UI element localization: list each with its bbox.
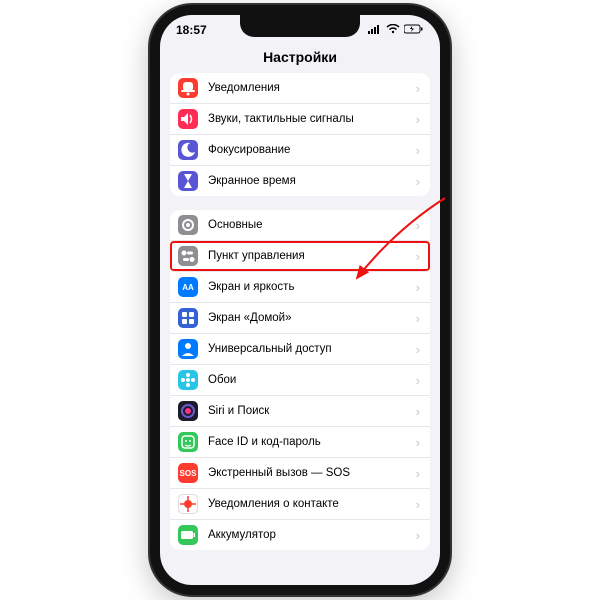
notch: [240, 15, 360, 37]
status-time: 18:57: [176, 23, 207, 37]
chevron-right-icon: ›: [416, 249, 420, 264]
page-title: Настройки: [160, 45, 440, 73]
toggles-icon: [178, 246, 198, 266]
settings-group-2: Основные›Пункт управления›AAЭкран и ярко…: [170, 210, 430, 550]
battery-icon: [178, 525, 198, 545]
chevron-right-icon: ›: [416, 218, 420, 233]
settings-row[interactable]: Экран «Домой»›: [170, 303, 430, 334]
chevron-right-icon: ›: [416, 435, 420, 450]
row-label: Уведомления о контакте: [208, 498, 416, 510]
wifi-icon: [386, 23, 400, 37]
chevron-right-icon: ›: [416, 404, 420, 419]
row-label: Уведомления: [208, 82, 416, 94]
settings-row[interactable]: Фокусирование›: [170, 135, 430, 166]
phone-frame: 18:57 Настройки Уведомления›Звуки, такти…: [150, 5, 450, 595]
gear-icon: [178, 215, 198, 235]
chevron-right-icon: ›: [416, 143, 420, 158]
row-label: Siri и Поиск: [208, 405, 416, 417]
chevron-right-icon: ›: [416, 311, 420, 326]
status-indicators: [368, 23, 424, 37]
settings-scroll[interactable]: Уведомления›Звуки, тактильные сигналы›Фо…: [160, 73, 440, 585]
chevron-right-icon: ›: [416, 81, 420, 96]
chevron-right-icon: ›: [416, 280, 420, 295]
row-label: Обои: [208, 374, 416, 386]
settings-row[interactable]: Экранное время›: [170, 166, 430, 196]
row-label: Экран «Домой»: [208, 312, 416, 324]
settings-row[interactable]: Пункт управления›: [170, 241, 430, 272]
settings-row[interactable]: Универсальный доступ›: [170, 334, 430, 365]
settings-group-1: Уведомления›Звуки, тактильные сигналы›Фо…: [170, 73, 430, 196]
face-icon: [178, 432, 198, 452]
chevron-right-icon: ›: [416, 466, 420, 481]
signal-icon: [368, 23, 382, 37]
screen: 18:57 Настройки Уведомления›Звуки, такти…: [160, 15, 440, 585]
AA-icon: AA: [178, 277, 198, 297]
flower-icon: [178, 370, 198, 390]
chevron-right-icon: ›: [416, 497, 420, 512]
grid-icon: [178, 308, 198, 328]
speaker-icon: [178, 109, 198, 129]
chevron-right-icon: ›: [416, 373, 420, 388]
row-label: Универсальный доступ: [208, 343, 416, 355]
chevron-right-icon: ›: [416, 174, 420, 189]
battery-icon: [404, 23, 424, 37]
row-label: Face ID и код-пароль: [208, 436, 416, 448]
person-icon: [178, 339, 198, 359]
bell-icon: [178, 78, 198, 98]
virus-icon: [178, 494, 198, 514]
row-label: Звуки, тактильные сигналы: [208, 113, 416, 125]
moon-icon: [178, 140, 198, 160]
chevron-right-icon: ›: [416, 342, 420, 357]
hourglass-icon: [178, 171, 198, 191]
siri-icon: [178, 401, 198, 421]
settings-row[interactable]: Face ID и код-пароль›: [170, 427, 430, 458]
settings-row[interactable]: Siri и Поиск›: [170, 396, 430, 427]
row-label: Аккумулятор: [208, 529, 416, 541]
chevron-right-icon: ›: [416, 112, 420, 127]
settings-row[interactable]: Обои›: [170, 365, 430, 396]
chevron-right-icon: ›: [416, 528, 420, 543]
row-label: Фокусирование: [208, 144, 416, 156]
SOS-icon: SOS: [178, 463, 198, 483]
settings-row[interactable]: Аккумулятор›: [170, 520, 430, 550]
settings-row[interactable]: Звуки, тактильные сигналы›: [170, 104, 430, 135]
settings-row[interactable]: SOS Экстренный вызов — SOS›: [170, 458, 430, 489]
row-label: Экран и яркость: [208, 281, 416, 293]
row-label: Основные: [208, 219, 416, 231]
row-label: Экранное время: [208, 175, 416, 187]
settings-row[interactable]: Уведомления о контакте›: [170, 489, 430, 520]
settings-row[interactable]: Основные›: [170, 210, 430, 241]
row-label: Экстренный вызов — SOS: [208, 467, 416, 479]
row-label: Пункт управления: [208, 250, 416, 262]
settings-row[interactable]: AA Экран и яркость›: [170, 272, 430, 303]
settings-row[interactable]: Уведомления›: [170, 73, 430, 104]
